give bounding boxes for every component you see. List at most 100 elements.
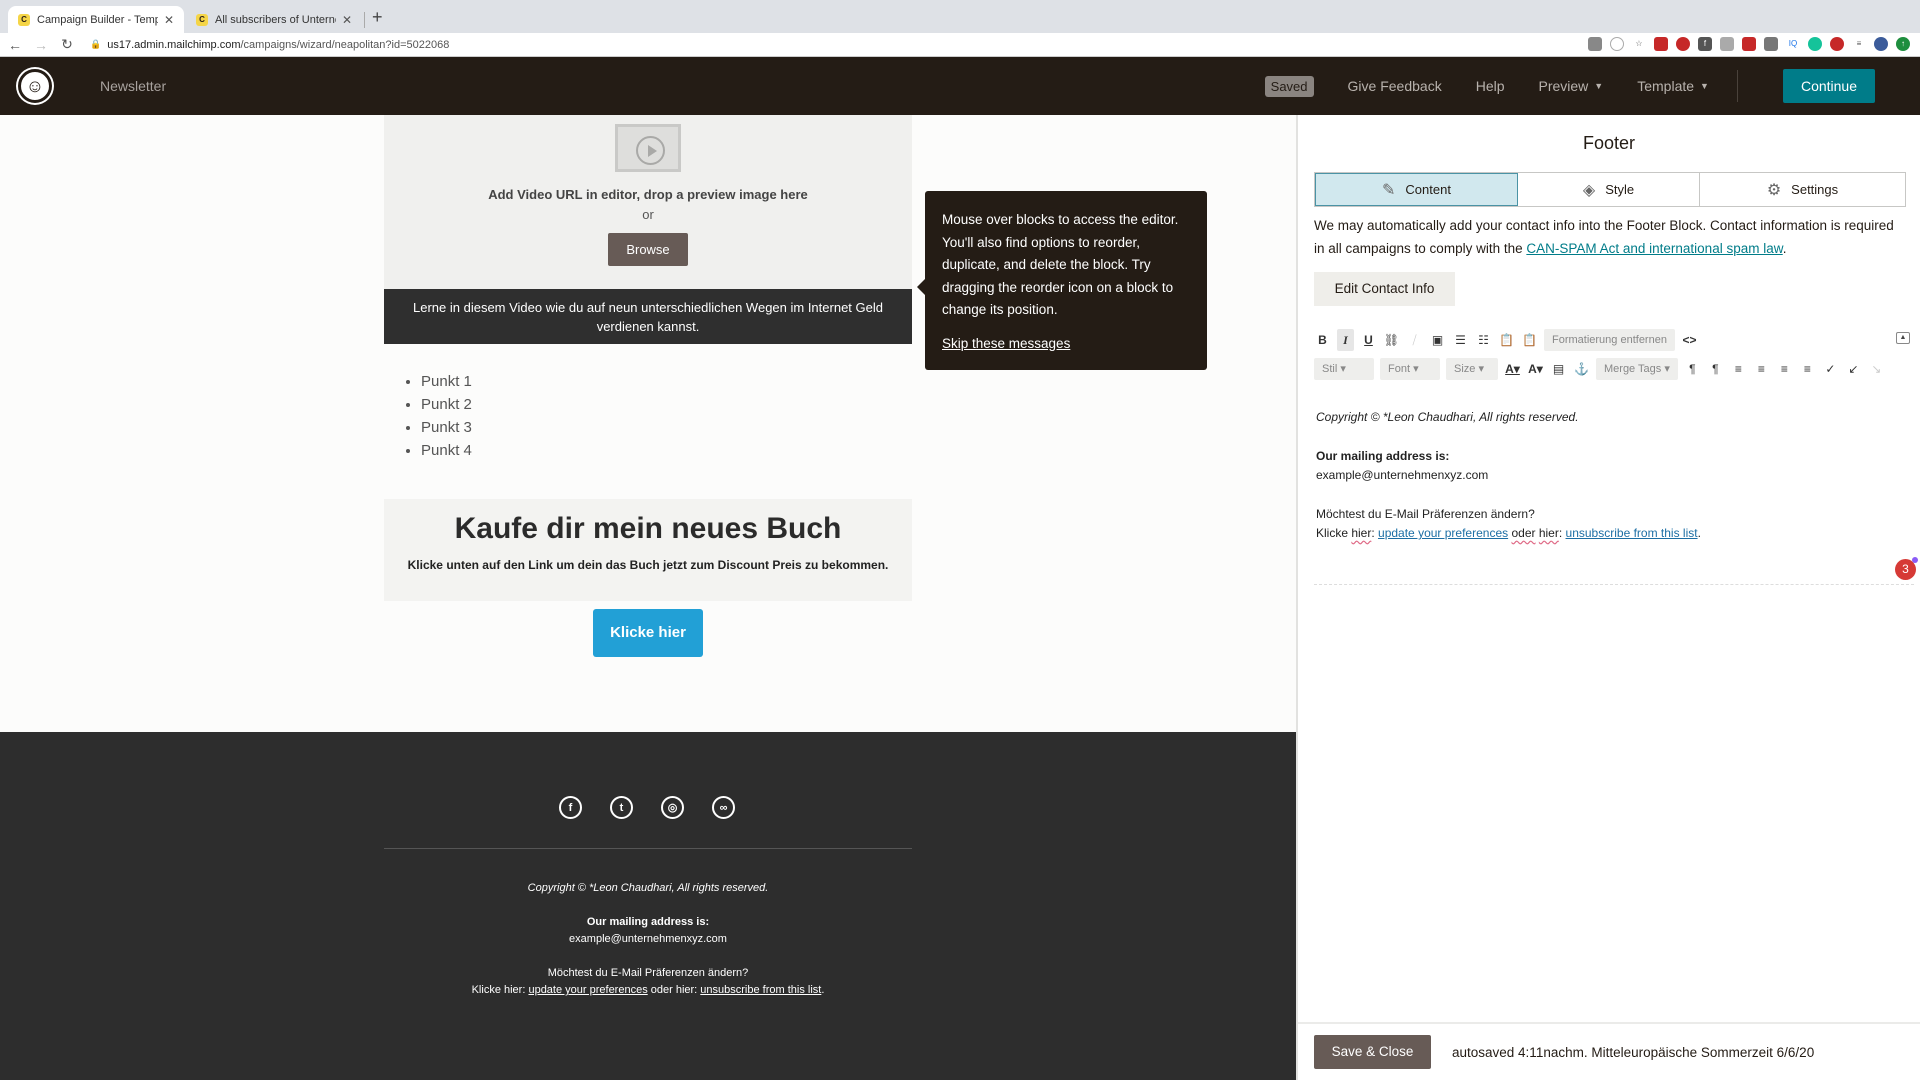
tab-settings[interactable]: ⚙ Settings — [1700, 173, 1905, 206]
grammarly-badge[interactable]: 3 — [1895, 557, 1918, 580]
facebook-icon[interactable]: f — [559, 796, 582, 819]
justify-icon[interactable]: ≡ — [1799, 358, 1816, 380]
paste-text-icon[interactable]: 📋 — [1498, 329, 1515, 351]
image-icon[interactable]: ▣ — [1429, 329, 1446, 351]
dropdown-label: Merge Tags — [1604, 363, 1662, 375]
ltr-icon[interactable]: ¶ — [1684, 358, 1701, 380]
save-close-button[interactable]: Save & Close — [1314, 1035, 1431, 1069]
close-tab-icon[interactable]: ✕ — [342, 13, 352, 27]
mailchimp-logo-icon[interactable]: ☺ — [18, 69, 52, 103]
bullet-list-icon[interactable]: ☷ — [1475, 329, 1492, 351]
twitter-icon[interactable]: t — [610, 796, 633, 819]
list-item: Punkt 3 — [421, 419, 912, 436]
address-bar[interactable]: 🔒 us17.admin.mailchimp.com /campaigns/wi… — [90, 39, 449, 51]
editor-copyright: Copyright © *Leon Chaudhari, All rights … — [1316, 410, 1579, 424]
extension-icon[interactable]: IQ — [1786, 37, 1800, 51]
size-dropdown[interactable]: Size ▾ — [1446, 358, 1498, 380]
style-dropdown[interactable]: Stil ▾ — [1314, 358, 1374, 380]
help-link[interactable]: Help — [1476, 78, 1505, 94]
bold-icon[interactable]: B — [1314, 329, 1331, 351]
adblock-icon[interactable] — [1830, 37, 1844, 51]
video-block[interactable]: Add Video URL in editor, drop a preview … — [384, 115, 912, 289]
editor-prefs-line: Klicke hier: update your preferences ode… — [1316, 524, 1906, 543]
spellcheck-icon[interactable]: ✓ — [1822, 358, 1839, 380]
paste-word-icon[interactable]: 📋 — [1521, 329, 1538, 351]
video-caption[interactable]: Lerne in diesem Video wie du auf neun un… — [384, 289, 912, 344]
source-code-icon[interactable]: <> — [1681, 329, 1698, 351]
zoom-icon[interactable] — [1610, 37, 1624, 51]
text: . — [1782, 240, 1787, 256]
undo-icon[interactable]: ↙ — [1845, 358, 1862, 380]
background-color-icon[interactable]: A▾ — [1527, 358, 1544, 380]
extension-icon[interactable] — [1720, 37, 1734, 51]
footer-prefs-line: Klicke hier: update your preferences ode… — [384, 982, 912, 999]
align-right-icon[interactable]: ≡ — [1776, 358, 1793, 380]
star-icon[interactable]: ☆ — [1632, 37, 1646, 51]
template-dropdown[interactable]: Template ▼ — [1637, 78, 1709, 94]
new-tab-button[interactable]: + — [372, 7, 383, 28]
align-left-icon[interactable]: ≡ — [1730, 358, 1747, 380]
numbered-list-icon[interactable]: ☰ — [1452, 329, 1469, 351]
reload-icon[interactable]: ↻ — [56, 36, 78, 53]
extension-icon[interactable] — [1742, 37, 1756, 51]
block-icon[interactable]: ▤ — [1550, 358, 1567, 380]
continue-button[interactable]: Continue — [1782, 69, 1875, 103]
update-preferences-link[interactable]: update your preferences — [1378, 526, 1508, 540]
email-footer-block[interactable]: f t ◎ ∞ Copyright © *Leon Chaudhari, All… — [0, 732, 1296, 1080]
font-dropdown[interactable]: Font ▾ — [1380, 358, 1440, 380]
rtl-icon[interactable]: ¶ — [1707, 358, 1724, 380]
browser-tab-subscribers[interactable]: C All subscribers of Unternehmer ✕ — [186, 6, 362, 33]
unlink-icon[interactable]: ⧸ — [1406, 329, 1423, 351]
collapse-toolbar-icon[interactable]: ▲ — [1896, 332, 1910, 344]
spelling-flag: oder — [1511, 526, 1536, 540]
preview-dropdown[interactable]: Preview ▼ — [1539, 78, 1604, 94]
link-icon[interactable]: ⛓ — [1383, 329, 1400, 351]
update-preferences-link[interactable]: update your preferences — [528, 984, 647, 996]
panel-description: We may automatically add your contact in… — [1314, 215, 1904, 260]
extension-icon[interactable] — [1654, 37, 1668, 51]
forward-icon[interactable]: → — [30, 37, 52, 53]
can-spam-link[interactable]: CAN-SPAM Act and international spam law — [1526, 241, 1782, 256]
profile-avatar[interactable] — [1874, 37, 1888, 51]
skip-messages-link[interactable]: Skip these messages — [942, 333, 1190, 356]
grammarly-extension-icon[interactable] — [1808, 37, 1822, 51]
text: Klicke hier: — [471, 984, 529, 996]
update-icon[interactable]: ↑ — [1896, 37, 1910, 51]
promo-text: Klicke unten auf den Link um dein das Bu… — [407, 558, 889, 572]
translate-icon[interactable] — [1588, 37, 1602, 51]
align-center-icon[interactable]: ≡ — [1753, 358, 1770, 380]
lock-icon: 🔒 — [90, 39, 102, 49]
cta-button[interactable]: Klicke hier — [593, 609, 703, 657]
browser-tab-campaign-builder[interactable]: C Campaign Builder - Template D ✕ — [8, 6, 184, 33]
merge-tags-dropdown[interactable]: Merge Tags ▾ — [1596, 358, 1678, 380]
tab-style[interactable]: ◈ Style — [1518, 173, 1700, 206]
instagram-icon[interactable]: ◎ — [661, 796, 684, 819]
promo-block[interactable]: Kaufe dir mein neues Buch Klicke unten a… — [384, 499, 912, 601]
text-color-icon[interactable]: A▾ — [1504, 358, 1521, 380]
browse-button[interactable]: Browse — [608, 233, 688, 266]
video-placeholder — [615, 124, 681, 172]
extension-icon[interactable] — [1676, 37, 1690, 51]
back-icon[interactable]: ← — [4, 37, 26, 53]
link-icon[interactable]: ∞ — [712, 796, 735, 819]
italic-icon[interactable]: I — [1337, 329, 1354, 351]
remove-format-button[interactable]: Formatierung entfernen — [1544, 329, 1675, 351]
anchor-icon[interactable]: ⚓ — [1573, 358, 1590, 380]
underline-icon[interactable]: U — [1360, 329, 1377, 351]
give-feedback-link[interactable]: Give Feedback — [1348, 78, 1442, 94]
facebook-extension-icon[interactable]: f — [1698, 37, 1712, 51]
unsubscribe-link[interactable]: unsubscribe from this list — [1566, 526, 1698, 540]
redo-icon[interactable]: ↘ — [1868, 358, 1885, 380]
text: . — [1697, 526, 1701, 540]
extensions-bar: ☆ f IQ ≡ ↑ — [1588, 37, 1910, 51]
extension-icon[interactable] — [1764, 37, 1778, 51]
unsubscribe-link[interactable]: unsubscribe from this list — [700, 984, 821, 996]
tab-content[interactable]: ✎ Content — [1315, 173, 1518, 206]
browser-urlbar: ← → ↻ 🔒 us17.admin.mailchimp.com /campai… — [0, 33, 1920, 57]
text: Klicke — [1316, 526, 1352, 540]
bullet-list[interactable]: Punkt 1 Punkt 2 Punkt 3 Punkt 4 — [384, 373, 912, 465]
close-tab-icon[interactable]: ✕ — [164, 13, 174, 27]
rich-text-editor[interactable]: Copyright © *Leon Chaudhari, All rights … — [1316, 408, 1906, 543]
media-icon[interactable]: ≡ — [1852, 37, 1866, 51]
edit-contact-info-button[interactable]: Edit Contact Info — [1314, 272, 1455, 306]
